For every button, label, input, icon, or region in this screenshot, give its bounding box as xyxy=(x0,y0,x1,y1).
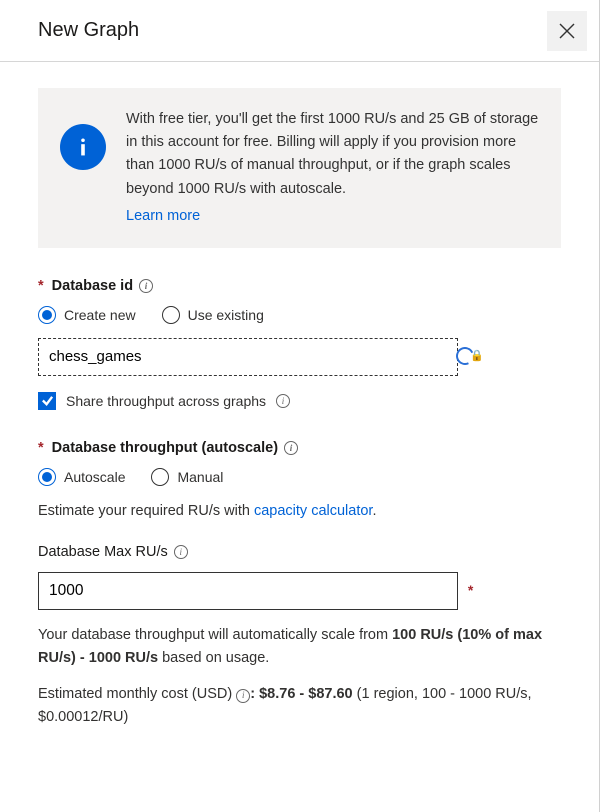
capacity-calculator-link[interactable]: capacity calculator xyxy=(254,503,372,519)
close-icon xyxy=(559,23,575,39)
radio-button-icon xyxy=(38,468,56,486)
radio-button-icon xyxy=(38,306,56,324)
info-icon[interactable]: i xyxy=(276,394,290,408)
radio-button-icon xyxy=(162,306,180,324)
new-graph-panel: New Graph With free tier, you'll get the… xyxy=(0,0,600,812)
autoscale-radio[interactable]: Autoscale xyxy=(38,468,125,486)
panel-body: With free tier, you'll get the first 100… xyxy=(0,62,599,748)
max-ru-input-wrap: * xyxy=(38,572,561,610)
share-throughput-checkbox[interactable] xyxy=(38,392,56,410)
max-ru-input[interactable] xyxy=(38,572,458,610)
panel-header: New Graph xyxy=(0,0,599,62)
database-throughput-label: * Database throughput (autoscale) i xyxy=(38,440,561,456)
required-indicator: * xyxy=(468,582,473,598)
max-ru-label: Database Max RU/s i xyxy=(38,544,561,560)
share-throughput-row: Share throughput across graphs i xyxy=(38,392,561,410)
free-tier-info-box: With free tier, you'll get the first 100… xyxy=(38,88,561,248)
database-id-radio-group: Create new Use existing xyxy=(38,306,561,324)
info-message: With free tier, you'll get the first 100… xyxy=(126,111,538,197)
checkmark-icon xyxy=(41,394,54,407)
use-existing-radio[interactable]: Use existing xyxy=(162,306,264,324)
database-id-input[interactable] xyxy=(38,338,458,376)
share-throughput-label: Share throughput across graphs xyxy=(66,393,266,409)
manual-radio[interactable]: Manual xyxy=(151,468,223,486)
database-id-input-wrap: 🔒 xyxy=(38,338,561,376)
panel-title: New Graph xyxy=(38,19,139,42)
info-text: With free tier, you'll get the first 100… xyxy=(126,108,539,228)
info-icon[interactable]: i xyxy=(174,545,188,559)
database-id-section: * Database id i Create new Use existing xyxy=(38,278,561,410)
database-id-label: * Database id i xyxy=(38,278,561,294)
database-throughput-section: * Database throughput (autoscale) i Auto… xyxy=(38,440,561,728)
required-indicator: * xyxy=(38,278,44,294)
info-icon[interactable]: i xyxy=(236,689,250,703)
learn-more-link[interactable]: Learn more xyxy=(126,205,200,228)
close-button[interactable] xyxy=(547,11,587,51)
create-new-radio[interactable]: Create new xyxy=(38,306,136,324)
info-icon[interactable]: i xyxy=(284,441,298,455)
spinner-icon xyxy=(453,344,476,367)
info-icon[interactable]: i xyxy=(139,279,153,293)
throughput-mode-radio-group: Autoscale Manual xyxy=(38,468,561,486)
info-icon xyxy=(60,124,106,170)
credential-badge: 🔒 xyxy=(456,347,484,365)
estimated-cost-text: Estimated monthly cost (USD) i: $8.76 - … xyxy=(38,683,561,728)
required-indicator: * xyxy=(38,440,44,456)
estimate-ru-text: Estimate your required RU/s with capacit… xyxy=(38,500,561,522)
autoscale-range-note: Your database throughput will automatica… xyxy=(38,624,561,669)
radio-button-icon xyxy=(151,468,169,486)
